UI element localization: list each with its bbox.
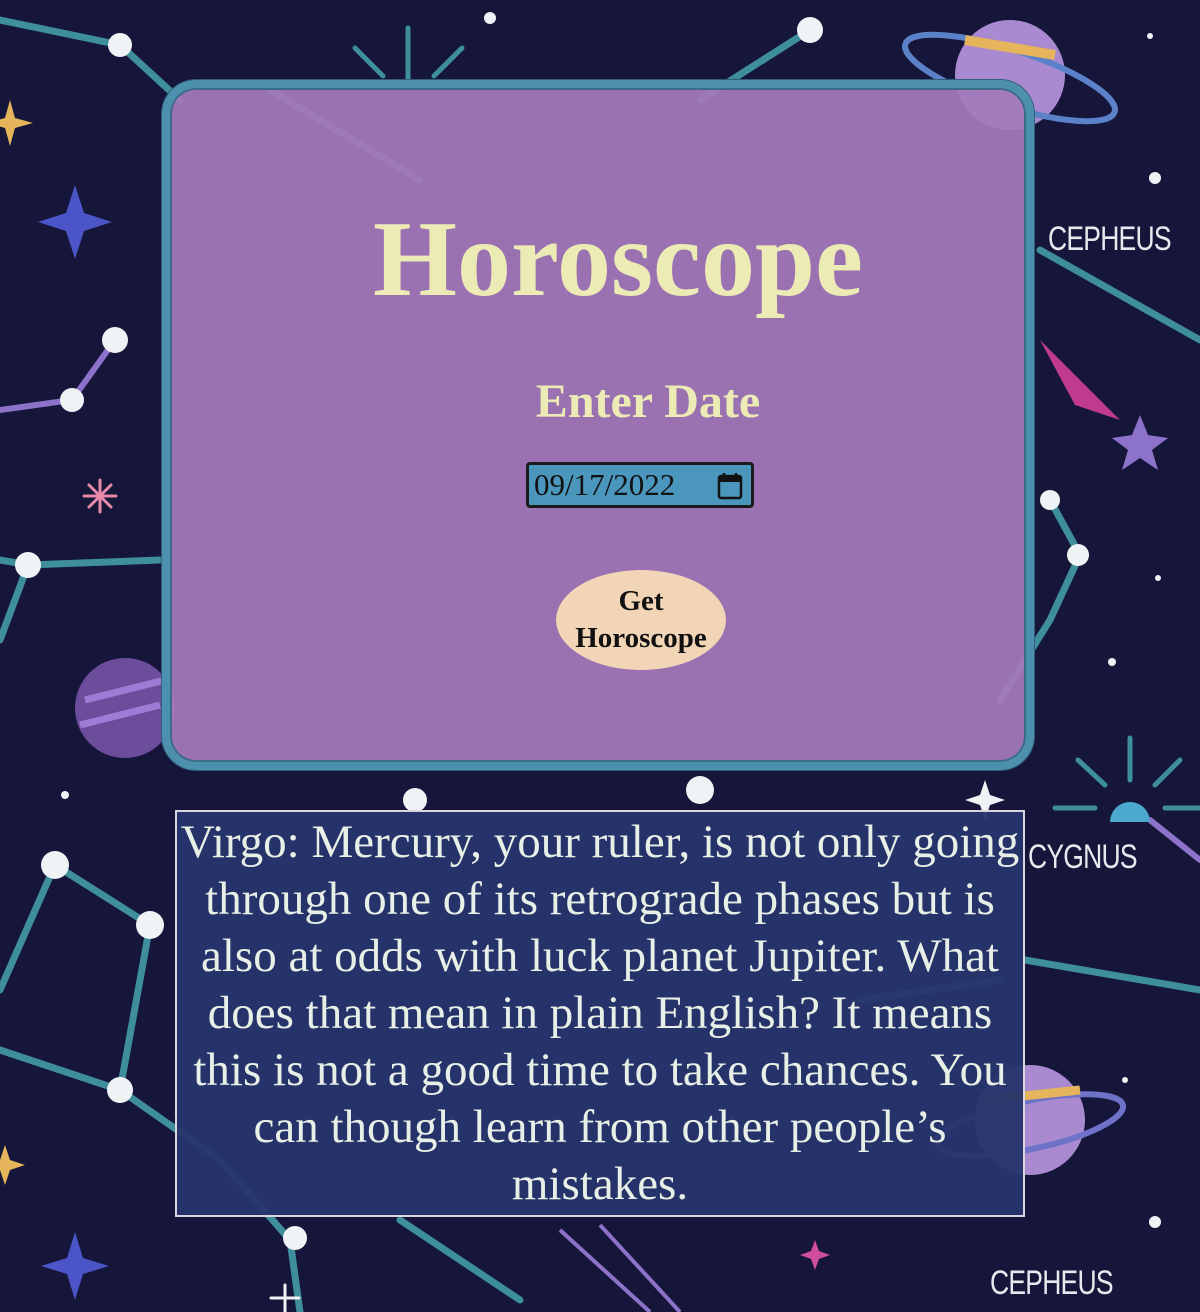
horoscope-card: Horoscope Enter Date 09/17/2022 Get Horo… [162,80,1034,770]
horoscope-text: Virgo: Mercury, your ruler, is not only … [180,816,1020,1210]
date-input[interactable]: 09/17/2022 [526,462,754,508]
horoscope-result: Virgo: Mercury, your ruler, is not only … [175,810,1025,1217]
page-title: Horoscope [373,200,863,319]
button-label-line1: Get [618,584,664,617]
constellation-label: CEPHEUS [1048,220,1172,258]
calendar-icon[interactable] [717,472,743,500]
get-horoscope-button[interactable]: Get Horoscope [556,570,726,670]
constellation-label: CYGNUS [1028,838,1138,876]
button-label-line2: Horoscope [575,622,707,654]
date-value: 09/17/2022 [534,467,676,502]
constellation-label: CEPHEUS [990,1264,1114,1302]
date-label: Enter Date [535,375,761,428]
